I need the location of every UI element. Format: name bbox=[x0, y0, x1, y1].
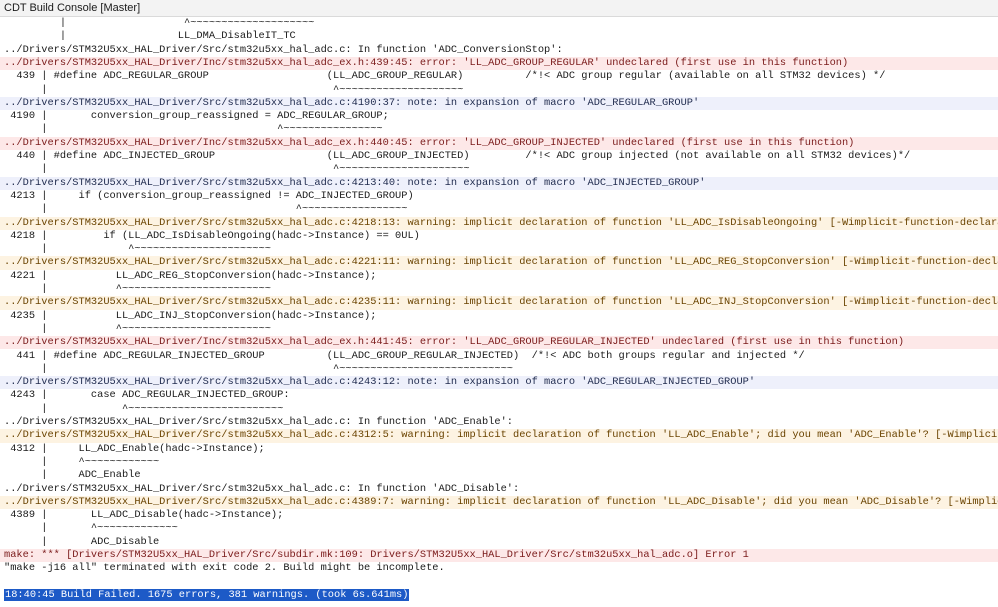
console-line: 4218 | if (LL_ADC_IsDisableOngoing(hadc-… bbox=[4, 229, 420, 242]
console-line: | ^~~~~~~~~~~~~~~~~~~~~~ bbox=[4, 163, 470, 176]
note-line: ../Drivers/STM32U5xx_HAL_Driver/Src/stm3… bbox=[0, 176, 998, 190]
console-line: | LL_DMA_DisableIT_TC bbox=[4, 30, 296, 43]
console-line: 4312 | LL_ADC_Enable(hadc->Instance); bbox=[4, 442, 265, 455]
console-line: 440 | #define ADC_INJECTED_GROUP (LL_ADC… bbox=[4, 150, 911, 162]
console-line: "make -j16 all" terminated with exit cod… bbox=[4, 562, 445, 575]
error-line: ../Drivers/STM32U5xx_HAL_Driver/Inc/stm3… bbox=[0, 136, 998, 150]
console-line: ../Drivers/STM32U5xx_HAL_Driver/Src/stm3… bbox=[4, 482, 520, 495]
error-line: ../Drivers/STM32U5xx_HAL_Driver/Inc/stm3… bbox=[0, 56, 998, 71]
make-error-line: make: *** [Drivers/STM32U5xx_HAL_Driver/… bbox=[0, 549, 998, 563]
console-line: 4213 | if (conversion_group_reassigned !… bbox=[4, 189, 414, 202]
build-console-output[interactable]: | ^~~~~~~~~~~~~~~~~~~~~ | LL_DMA_Disable… bbox=[0, 17, 998, 607]
console-line: 4221 | LL_ADC_REG_StopConversion(hadc->I… bbox=[4, 269, 377, 282]
build-status-text: 18:40:45 Build Failed. 1675 errors, 381 … bbox=[4, 588, 410, 601]
warning-line: ../Drivers/STM32U5xx_HAL_Driver/Src/stm3… bbox=[0, 216, 998, 230]
warning-line: ../Drivers/STM32U5xx_HAL_Driver/Src/stm3… bbox=[0, 495, 998, 510]
console-line: | ^~~~~~~~~~~~~~~~~~~~~~~~~~~~~ bbox=[4, 362, 513, 375]
console-line: ../Drivers/STM32U5xx_HAL_Driver/Src/stm3… bbox=[4, 416, 513, 428]
note-line: ../Drivers/STM32U5xx_HAL_Driver/Src/stm3… bbox=[0, 96, 998, 111]
console-line: | ^~~~~~~~~~~~~~~~~~~~~~~ bbox=[4, 243, 271, 256]
warning-line: ../Drivers/STM32U5xx_HAL_Driver/Src/stm3… bbox=[0, 296, 998, 310]
build-status-line: 18:40:45 Build Failed. 1675 errors, 381 … bbox=[0, 588, 998, 602]
console-title: CDT Build Console [Master] bbox=[4, 2, 141, 14]
console-line: | ^~~~~~~~~~~~~~~~~~~~~ bbox=[4, 17, 315, 29]
console-line: 4235 | LL_ADC_INJ_StopConversion(hadc->I… bbox=[4, 309, 377, 322]
console-line: ../Drivers/STM32U5xx_HAL_Driver/Src/stm3… bbox=[4, 43, 563, 56]
console-line: 439 | #define ADC_REGULAR_GROUP (LL_ADC_… bbox=[4, 70, 886, 83]
console-line: | ^~~~~~~~~~~~~~~~~~ bbox=[4, 203, 408, 216]
note-line: ../Drivers/STM32U5xx_HAL_Driver/Src/stm3… bbox=[0, 376, 998, 390]
console-line: | ADC_Enable bbox=[4, 469, 141, 482]
warning-line: ../Drivers/STM32U5xx_HAL_Driver/Src/stm3… bbox=[0, 429, 998, 443]
console-line: 4243 | case ADC_REGULAR_INJECTED_GROUP: bbox=[4, 389, 290, 402]
error-line: ../Drivers/STM32U5xx_HAL_Driver/Inc/stm3… bbox=[0, 336, 998, 350]
console-line: | ^~~~~~~~~~~~~~~~~~~~~~~~~ bbox=[4, 283, 271, 295]
console-line: | ^~~~~~~~~~~~~~~~~~~~~ bbox=[4, 83, 464, 96]
console-line: | ^~~~~~~~~~~~~~ bbox=[4, 522, 178, 535]
console-line: | ^~~~~~~~~~~~~ bbox=[4, 455, 160, 468]
console-line: | ^~~~~~~~~~~~~~~~~~~~~~~~~~ bbox=[4, 402, 284, 415]
console-line: | ADC_Disable bbox=[4, 535, 160, 548]
console-line: | ^~~~~~~~~~~~~~~~~ bbox=[4, 123, 383, 136]
console-line: 441 | #define ADC_REGULAR_INJECTED_GROUP… bbox=[4, 349, 805, 362]
console-line: | ^~~~~~~~~~~~~~~~~~~~~~~~~ bbox=[4, 322, 271, 335]
warning-line: ../Drivers/STM32U5xx_HAL_Driver/Src/stm3… bbox=[0, 256, 998, 270]
console-title-bar: CDT Build Console [Master] bbox=[0, 0, 998, 17]
console-line: 4389 | LL_ADC_Disable(hadc->Instance); bbox=[4, 509, 284, 522]
console-line: 4190 | conversion_group_reassigned = ADC… bbox=[4, 110, 389, 123]
